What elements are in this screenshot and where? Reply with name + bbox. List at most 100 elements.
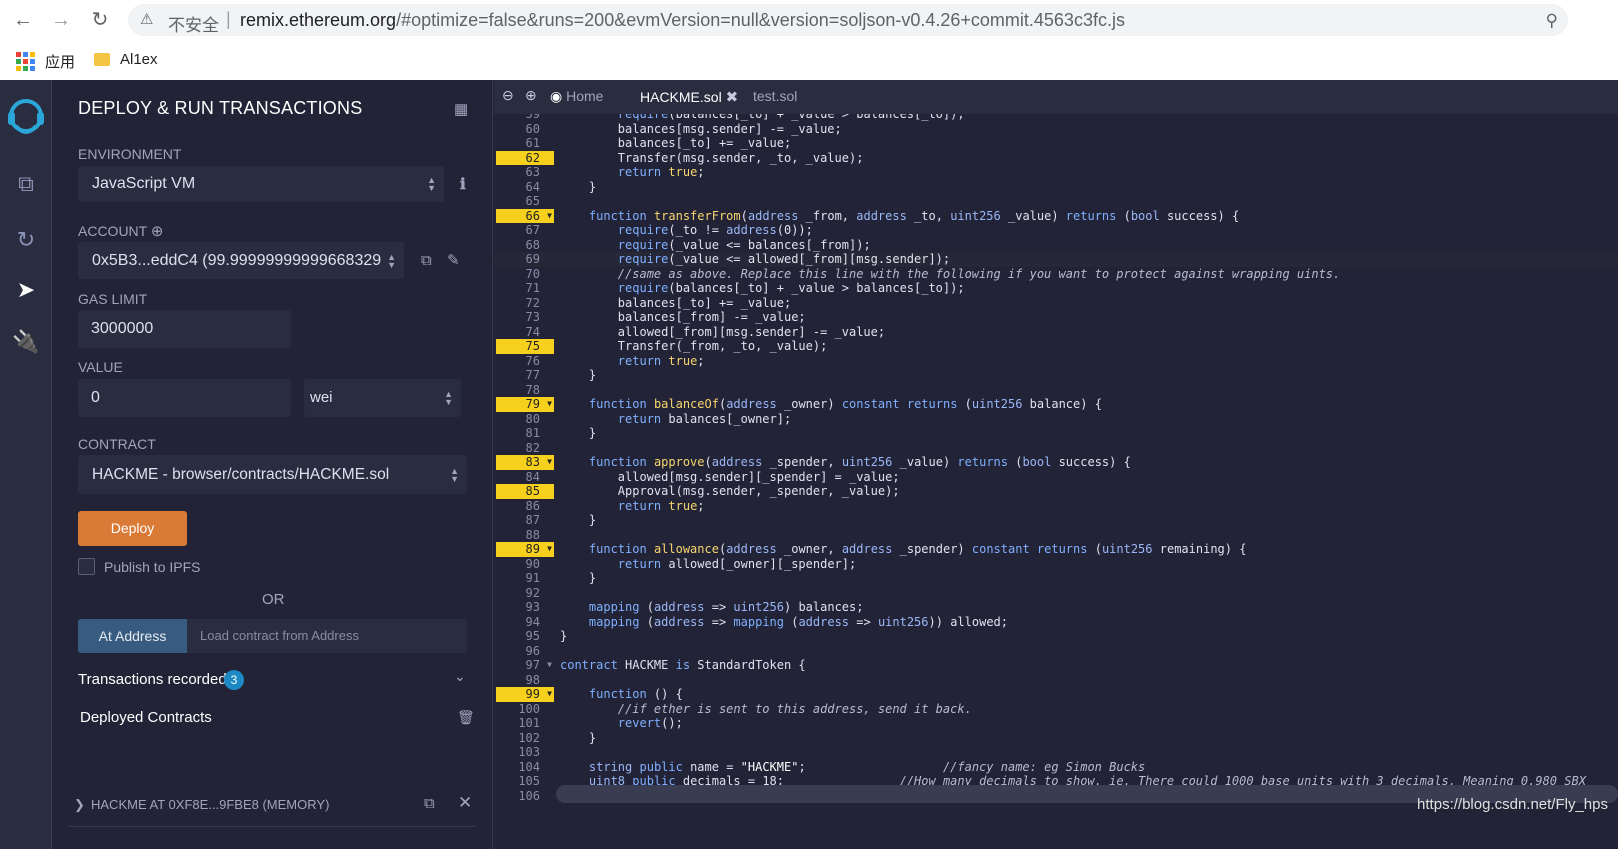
code-line[interactable]: 75 Transfer(_from, _to, _value); [494,339,1618,354]
code-line[interactable]: 72 balances[_to] += _value; [494,296,1618,311]
deploy-run-icon[interactable]: ➤ [12,276,40,304]
breakpoint-gutter[interactable]: 85 [496,484,554,499]
trash-icon[interactable]: 🗑 [457,709,475,726]
code-line[interactable]: 81 } [494,426,1618,441]
line-number[interactable]: 70 [496,267,554,282]
code-line[interactable]: 80 return balances[_owner]; [494,412,1618,427]
code-line[interactable]: 71 require(balances[_to] + _value > bala… [494,281,1618,296]
code-line[interactable]: 76 return true; [494,354,1618,369]
code-line[interactable]: 84 allowed[msg.sender][_spender] = _valu… [494,470,1618,485]
environment-select[interactable]: JavaScript VM ▲ ▼ [78,166,444,202]
docs-icon[interactable]: ▦ [454,100,468,118]
code-line[interactable]: 63 return true; [494,165,1618,180]
line-number[interactable]: 90 [496,557,554,572]
code-line[interactable]: 74 allowed[_from][msg.sender] -= _value; [494,325,1618,340]
code-line[interactable]: 99 ▼ function () { [494,687,1618,702]
gas-limit-input[interactable]: 3000000 [78,310,291,348]
code-line[interactable]: 61 balances[_to] += _value; [494,136,1618,151]
code-line[interactable]: 73 balances[_from] -= _value; [494,310,1618,325]
line-number[interactable]: 84 [496,470,554,485]
address-bar[interactable]: ⚠ 不安全 | remix.ethereum.org/#optimize=fal… [128,4,1568,36]
code-line[interactable]: 87 } [494,513,1618,528]
line-number[interactable]: 73 [496,310,554,325]
zoom-icon[interactable]: ⚲ [1546,11,1558,31]
line-number[interactable]: 91 [496,571,554,586]
bookmark-al1ex[interactable]: Al1ex [94,51,158,68]
code-line[interactable]: 93 mapping (address => uint256) balances… [494,600,1618,615]
close-icon[interactable]: ✕ [458,793,472,813]
copy-address-icon[interactable]: ⧉ [424,795,435,812]
transactions-recorded-label[interactable]: Transactions recorded [78,671,227,688]
tab-test[interactable]: test.sol [753,88,797,104]
at-address-button[interactable]: At Address [78,619,187,653]
code-line[interactable]: 65 [494,194,1618,209]
line-number[interactable]: 98 [496,673,554,688]
code-line[interactable]: 103 [494,745,1618,760]
line-number[interactable]: 72 [496,296,554,311]
code-line[interactable]: 70 //same as above. Replace this line wi… [494,267,1618,282]
fold-arrow-icon[interactable]: ▼ [547,658,552,673]
line-number[interactable]: 78 [496,383,554,398]
code-line[interactable]: 86 return true; [494,499,1618,514]
line-number[interactable]: 97 ▼ [496,658,554,673]
line-number[interactable]: 102 [496,731,554,746]
fold-arrow-icon[interactable]: ▼ [547,209,552,224]
line-number[interactable]: 82 [496,441,554,456]
line-number[interactable]: 61 [496,136,554,151]
code-editor[interactable]: 59 require(balances[_to] + _value > bala… [494,114,1618,802]
line-number[interactable]: 87 [496,513,554,528]
code-line[interactable]: 88 [494,528,1618,543]
code-line[interactable]: 104 string public name = "HACKME"; //fan… [494,760,1618,775]
code-line[interactable]: 101 revert(); [494,716,1618,731]
line-number[interactable]: 71 [496,281,554,296]
code-line[interactable]: 94 mapping (address => mapping (address … [494,615,1618,630]
line-number[interactable]: 74 [496,325,554,340]
chevron-right-icon[interactable]: ❯ [74,797,85,813]
breakpoint-gutter[interactable]: 83 ▼ [496,455,554,470]
code-line[interactable]: 78 [494,383,1618,398]
edit-icon[interactable]: ✎ [447,251,460,269]
line-number[interactable]: 103 [496,745,554,760]
zoom-out-icon[interactable]: ⊖ [502,87,514,104]
code-line[interactable]: 64 } [494,180,1618,195]
add-account-icon[interactable]: ⊕ [151,223,164,240]
line-number[interactable]: 80 [496,412,554,427]
code-line[interactable]: 69 require(_value <= allowed[_from][msg.… [494,252,1618,267]
code-line[interactable]: 66 ▼ function transferFrom(address _from,… [494,208,1618,224]
code-line[interactable]: 102 } [494,731,1618,746]
code-line[interactable]: 91 } [494,571,1618,586]
value-unit-select[interactable]: wei ▲ ▼ [304,379,461,417]
code-line[interactable]: 62 Transfer(msg.sender, _to, _value); [494,150,1618,165]
code-line[interactable]: 97 ▼ contract HACKME is StandardToken { [494,658,1618,673]
back-icon[interactable]: ← [10,8,36,32]
breakpoint-gutter[interactable]: 99 ▼ [496,687,554,702]
contract-select[interactable]: HACKME - browser/contracts/HACKME.sol ▲ ▼ [78,455,467,494]
code-line[interactable]: 95} [494,629,1618,644]
line-number[interactable]: 65 [496,194,554,209]
line-number[interactable]: 60 [496,122,554,137]
breakpoint-gutter[interactable]: 89 ▼ [496,542,554,557]
line-number[interactable]: 59 [496,114,554,122]
breakpoint-gutter[interactable]: 75 [496,339,554,354]
info-icon[interactable]: ℹ [460,175,466,193]
line-number[interactable]: 81 [496,426,554,441]
code-line[interactable]: 90 return allowed[_owner][_spender]; [494,557,1618,572]
tab-home[interactable]: ◉ Home [550,88,603,105]
reload-icon[interactable]: ↻ [87,8,113,32]
line-number[interactable]: 96 [496,644,554,659]
line-number[interactable]: 94 [496,615,554,630]
line-number[interactable]: 104 [496,760,554,775]
line-number[interactable]: 93 [496,600,554,615]
code-line[interactable]: 92 [494,586,1618,601]
code-line[interactable]: 68 require(_value <= balances[_from]); [494,238,1618,253]
fold-arrow-icon[interactable]: ▼ [547,455,552,470]
chevron-down-icon[interactable]: ⌄ [454,668,466,685]
tab-hackme[interactable]: HACKME.sol ✖ [640,88,738,106]
line-number[interactable]: 67 [496,223,554,238]
account-select[interactable]: 0x5B3...eddC4 (99.99999999999668329 ▲ ▼ [78,242,404,279]
remix-logo-icon[interactable] [4,96,48,140]
line-number[interactable]: 101 [496,716,554,731]
bookmark-apps[interactable]: 应用 [16,51,75,72]
breakpoint-gutter[interactable]: 62 [496,150,554,165]
publish-ipfs-checkbox[interactable] [78,558,95,575]
